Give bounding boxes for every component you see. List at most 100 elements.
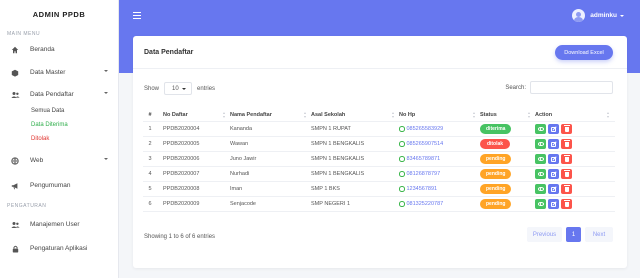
user-menu[interactable]: adminku bbox=[572, 9, 624, 22]
pagination: Previous 1 Next bbox=[527, 227, 613, 242]
card-title: Data Pendaftar bbox=[144, 49, 194, 56]
phone-number: 085265907514 bbox=[406, 141, 444, 147]
whatsapp-link[interactable]: 085265583929 bbox=[399, 126, 443, 132]
users-cog-icon bbox=[10, 220, 20, 230]
edit-button[interactable] bbox=[548, 154, 559, 164]
whatsapp-link[interactable]: 83465789871 bbox=[399, 156, 440, 162]
edit-button[interactable] bbox=[548, 199, 559, 209]
cell-no-hp: 08126878797 bbox=[399, 167, 440, 181]
entries-select[interactable]: 10 bbox=[164, 82, 193, 95]
header-hp[interactable]: No Hp bbox=[399, 108, 477, 121]
chevron-down-icon bbox=[104, 70, 108, 72]
phone-number: 08126878797 bbox=[406, 171, 441, 177]
eye-icon bbox=[537, 202, 544, 206]
cell-action bbox=[535, 197, 574, 211]
whatsapp-link[interactable]: 085265907514 bbox=[399, 141, 443, 147]
cell-no-hp: 081325220787 bbox=[399, 197, 443, 211]
action-buttons bbox=[535, 124, 574, 134]
hamburger-menu-icon[interactable] bbox=[133, 12, 141, 19]
header-no[interactable]: # bbox=[143, 108, 157, 121]
edit-button[interactable] bbox=[548, 124, 559, 134]
box-icon bbox=[10, 68, 20, 78]
trash-icon bbox=[563, 155, 570, 162]
avatar bbox=[572, 9, 586, 22]
submenu-item-data-diterima[interactable]: Data Diterima bbox=[0, 119, 118, 130]
view-button[interactable] bbox=[535, 139, 546, 149]
header-no-daftar[interactable]: No Daftar bbox=[163, 108, 227, 121]
delete-button[interactable] bbox=[561, 169, 572, 179]
view-button[interactable] bbox=[535, 154, 546, 164]
edit-icon bbox=[551, 126, 556, 132]
view-button[interactable] bbox=[535, 124, 546, 134]
cell-status: pending bbox=[480, 167, 512, 181]
cell-status: pending bbox=[480, 182, 512, 196]
table-body: 1 PPDB2020004 Kananda SMPN 1 RUPAT 085265583… bbox=[143, 122, 615, 212]
delete-button[interactable] bbox=[561, 154, 572, 164]
menu-label-data-master: Data Master bbox=[30, 69, 66, 76]
sort-icon bbox=[304, 111, 308, 118]
delete-button[interactable] bbox=[561, 139, 572, 149]
whatsapp-link[interactable]: 1234567891 bbox=[399, 186, 437, 192]
sort-icon bbox=[473, 111, 477, 118]
menu-item-pengaturan-aplikasi[interactable]: Pengaturan Aplikasi bbox=[0, 241, 118, 256]
cell-no-daftar: PPDB2020008 bbox=[163, 186, 200, 192]
cell-asal-sekolah: SMPN 1 BENGKALIS bbox=[311, 141, 365, 147]
status-badge: pending bbox=[480, 154, 512, 164]
status-badge: pending bbox=[480, 184, 512, 194]
cell-action bbox=[535, 122, 574, 136]
submenu-item-ditolak[interactable]: Ditolak bbox=[0, 133, 118, 144]
submenu-item-semua-data[interactable]: Semua Data bbox=[0, 105, 118, 116]
edit-button[interactable] bbox=[548, 139, 559, 149]
cell-no-hp: 1234567891 bbox=[399, 182, 437, 196]
cell-nama: Wawan bbox=[230, 141, 249, 147]
view-button[interactable] bbox=[535, 199, 546, 209]
download-excel-button[interactable]: Download Excel bbox=[555, 45, 613, 60]
header-action[interactable]: Action bbox=[535, 108, 611, 121]
cell-asal-sekolah: SMPN 1 BENGKALIS bbox=[311, 156, 365, 162]
search-input[interactable] bbox=[530, 81, 613, 94]
table-row: 6 PPDB2020009 Senjacode SMP NEGERI 1 0813252… bbox=[143, 197, 615, 212]
cell-asal-sekolah: SMPN 1 BENGKALIS bbox=[311, 171, 365, 177]
table-row: 3 PPDB2020006 Juno Jawir SMPN 1 BENGKALIS 83… bbox=[143, 152, 615, 167]
cell-nama: Juno Jawir bbox=[230, 156, 257, 162]
menu-item-pengumuman[interactable]: Pengumuman bbox=[0, 178, 118, 193]
menu-item-manajemen-user[interactable]: Manajemen User bbox=[0, 217, 118, 232]
eye-icon bbox=[537, 187, 544, 191]
menu-item-beranda[interactable]: Beranda bbox=[0, 42, 118, 57]
header-status[interactable]: Status bbox=[480, 108, 532, 121]
whatsapp-icon bbox=[399, 156, 405, 162]
section-label-pengaturan: PENGATURAN bbox=[7, 203, 47, 209]
show-entries-control: Show 10 entries bbox=[144, 82, 215, 95]
edit-button[interactable] bbox=[548, 169, 559, 179]
action-buttons bbox=[535, 154, 574, 164]
header-nama[interactable]: Nama Pendaftar bbox=[230, 108, 308, 121]
pagination-page-1[interactable]: 1 bbox=[566, 227, 581, 242]
chevron-down-icon bbox=[104, 92, 108, 94]
view-button[interactable] bbox=[535, 184, 546, 194]
eye-icon bbox=[537, 127, 544, 131]
whatsapp-link[interactable]: 081325220787 bbox=[399, 201, 443, 207]
header-asal[interactable]: Asal Sekolah bbox=[311, 108, 396, 121]
eye-icon bbox=[537, 172, 544, 176]
pagination-previous[interactable]: Previous bbox=[527, 227, 562, 242]
whatsapp-link[interactable]: 08126878797 bbox=[399, 171, 440, 177]
edit-icon bbox=[551, 156, 556, 162]
cell-action bbox=[535, 137, 574, 151]
edit-button[interactable] bbox=[548, 184, 559, 194]
menu-item-data-pendaftar[interactable]: Data Pendaftar bbox=[0, 87, 118, 102]
delete-button[interactable] bbox=[561, 184, 572, 194]
pagination-next[interactable]: Next bbox=[585, 227, 613, 242]
cell-no-daftar: PPDB2020007 bbox=[163, 171, 200, 177]
delete-button[interactable] bbox=[561, 124, 572, 134]
brand-title[interactable]: ADMIN PPDB bbox=[0, 0, 118, 28]
delete-button[interactable] bbox=[561, 199, 572, 209]
sort-icon bbox=[223, 111, 227, 118]
menu-item-web[interactable]: Web bbox=[0, 153, 118, 168]
action-buttons bbox=[535, 184, 574, 194]
view-button[interactable] bbox=[535, 169, 546, 179]
status-badge: pending bbox=[480, 199, 512, 209]
phone-number: 83465789871 bbox=[406, 156, 441, 162]
header-action-label: Action bbox=[535, 111, 553, 118]
cell-no-hp: 085265907514 bbox=[399, 137, 443, 151]
menu-item-data-master[interactable]: Data Master bbox=[0, 65, 118, 80]
